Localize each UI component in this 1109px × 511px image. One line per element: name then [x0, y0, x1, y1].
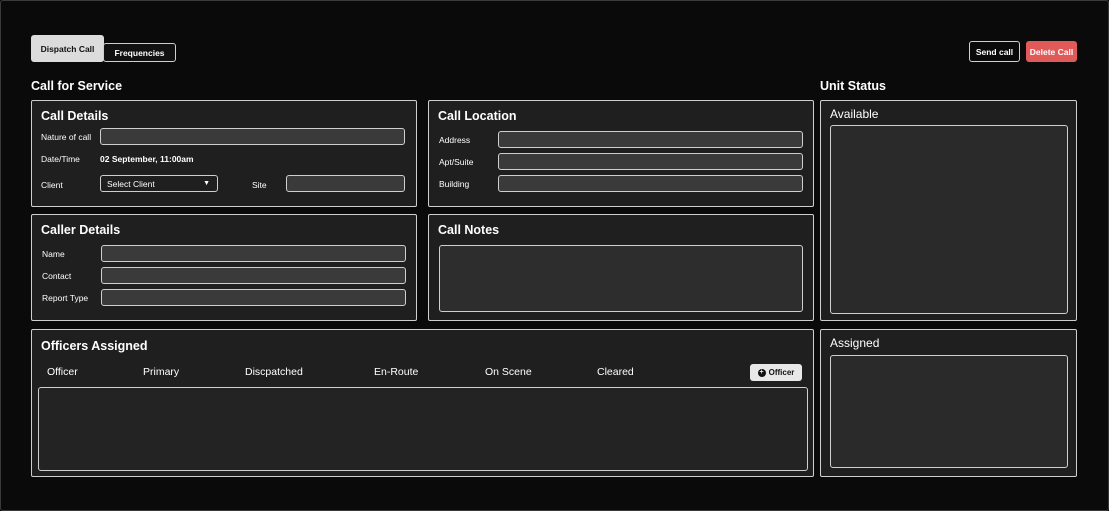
caret-down-icon: ▼	[203, 180, 210, 187]
plus-circle-icon: +	[757, 368, 766, 377]
contact-input[interactable]	[101, 267, 406, 284]
apt-suite-label: Apt/Suite	[439, 157, 474, 167]
available-panel: Available	[820, 100, 1077, 321]
tab-dispatch-call[interactable]: Dispatch Call	[31, 35, 104, 62]
column-cleared: Cleared	[597, 366, 634, 378]
officers-assigned-title: Officers Assigned	[41, 339, 148, 353]
datetime-label: Date/Time	[41, 154, 80, 164]
call-location-panel: Call Location Address Apt/Suite Building	[428, 100, 814, 207]
call-location-title: Call Location	[438, 109, 517, 123]
report-type-input[interactable]	[101, 289, 406, 306]
nature-of-call-label: Nature of call	[41, 132, 92, 142]
client-select[interactable]: Select Client ▼	[100, 175, 218, 192]
caller-details-panel: Caller Details Name Contact Report Type	[31, 214, 417, 321]
building-input[interactable]	[498, 175, 803, 192]
caller-details-title: Caller Details	[41, 223, 121, 237]
assigned-panel: Assigned	[820, 329, 1077, 477]
call-notes-title: Call Notes	[438, 223, 500, 237]
call-notes-textarea[interactable]	[439, 245, 803, 312]
client-label: Client	[41, 180, 63, 190]
call-details-title: Call Details	[41, 109, 109, 123]
datetime-value: 02 September, 11:00am	[100, 154, 194, 164]
available-title: Available	[830, 107, 879, 121]
column-en-route: En-Route	[374, 366, 419, 378]
site-label: Site	[252, 180, 267, 190]
officers-list	[38, 387, 808, 471]
address-label: Address	[439, 135, 471, 145]
column-on-scene: On Scene	[485, 366, 532, 378]
name-label: Name	[42, 249, 65, 259]
assigned-title: Assigned	[830, 336, 880, 350]
available-units-list	[830, 125, 1068, 314]
client-select-value: Select Client	[107, 178, 155, 189]
call-for-service-heading: Call for Service	[31, 79, 123, 93]
building-label: Building	[439, 179, 470, 189]
officers-assigned-panel: Officers Assigned Officer Primary Discpa…	[31, 329, 814, 477]
add-officer-button[interactable]: + Officer	[750, 364, 802, 381]
site-input[interactable]	[286, 175, 405, 192]
name-input[interactable]	[101, 245, 406, 262]
tab-frequencies[interactable]: Frequencies	[103, 43, 176, 62]
call-notes-panel: Call Notes	[428, 214, 814, 321]
send-call-button[interactable]: Send call	[969, 41, 1020, 62]
add-officer-label: Officer	[768, 368, 795, 377]
delete-call-button[interactable]: Delete Call	[1026, 41, 1077, 62]
column-primary: Primary	[143, 366, 180, 378]
report-type-label: Report Type	[42, 293, 89, 303]
column-officer: Officer	[47, 366, 78, 378]
address-input[interactable]	[498, 131, 803, 148]
unit-status-heading: Unit Status	[820, 79, 886, 93]
call-details-panel: Call Details Nature of call Date/Time 02…	[31, 100, 417, 207]
contact-label: Contact	[42, 271, 72, 281]
apt-suite-input[interactable]	[498, 153, 803, 170]
column-dispatched: Discpatched	[245, 366, 303, 378]
nature-of-call-input[interactable]	[100, 128, 405, 145]
assigned-units-list	[830, 355, 1068, 468]
